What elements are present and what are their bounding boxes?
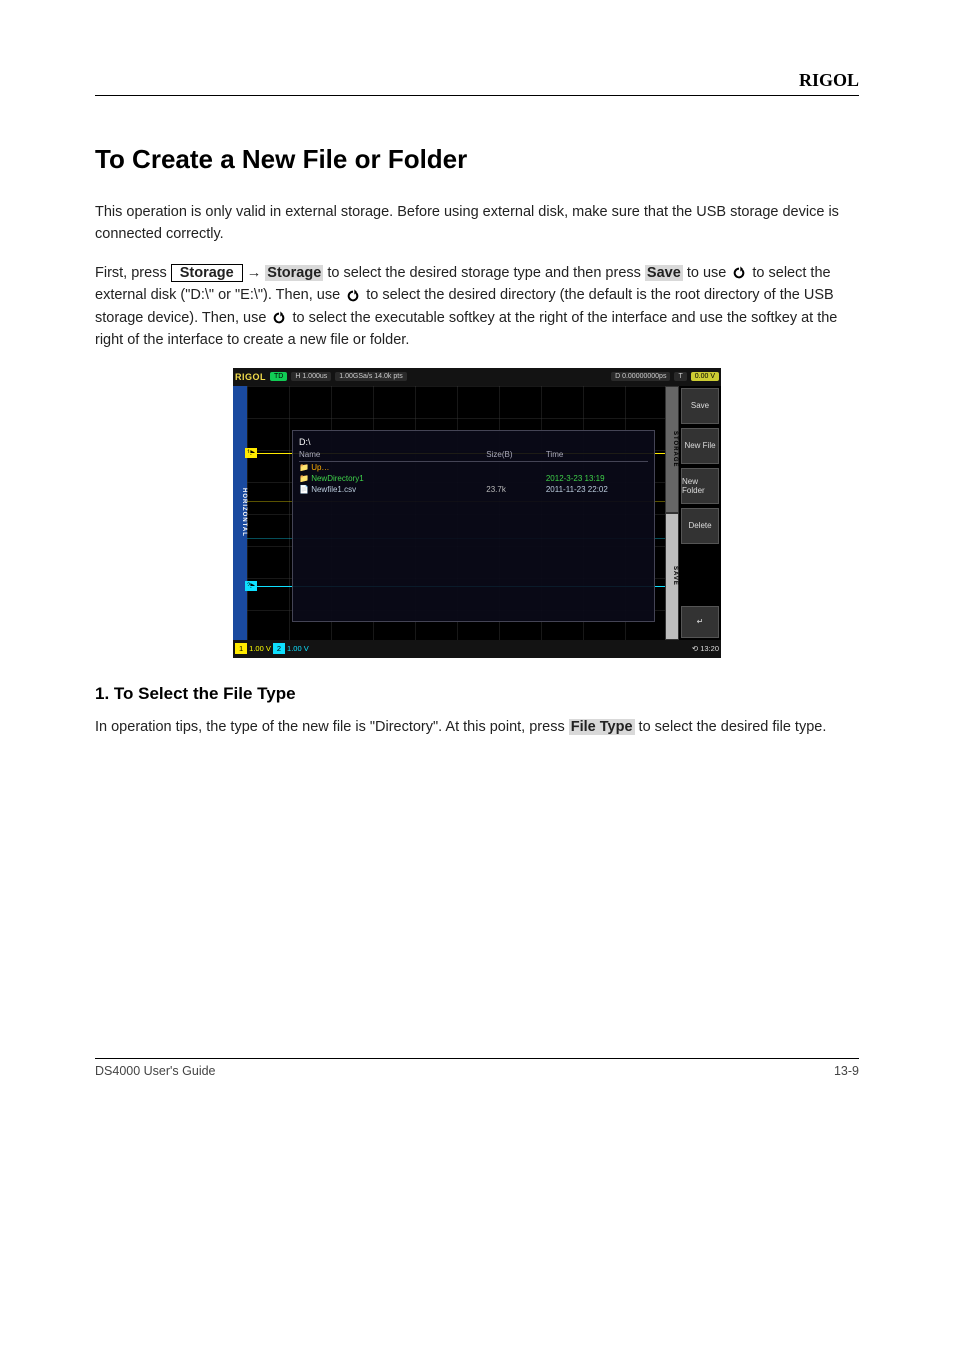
filetype-softkey[interactable]: File Type [569, 719, 635, 735]
horizontal-tab: HORIZONTAL [233, 386, 247, 640]
footer-divider [95, 1058, 859, 1059]
save-softkey[interactable]: Save [645, 265, 683, 281]
side-back-button[interactable]: ↵ [681, 606, 719, 638]
scope-screenshot: RIGOL TD H 1.000us 1.00GSa/s 14.0k pts D… [233, 368, 721, 658]
scope-brand: RIGOL [235, 372, 266, 382]
scope-topbar: RIGOL TD H 1.000us 1.00GSa/s 14.0k pts D… [233, 368, 721, 386]
fb-row-file[interactable]: 📄 Newfile1.csv 23.7k 2011-11-23 22:02 [299, 484, 648, 495]
side-save-button[interactable]: Save [681, 388, 719, 424]
knob-icon [344, 287, 362, 305]
fb-row-dir[interactable]: 📁 NewDirectory1 2012-3-23 13:19 [299, 473, 648, 484]
delay-chip: D 0.00000000ps [611, 372, 670, 381]
col-name: Name [299, 450, 486, 459]
tab-storage[interactable]: STORAGE [665, 386, 679, 513]
ch1-badge: 1 [235, 643, 247, 654]
samplerate-chip: 1.00GSa/s 14.0k pts [335, 372, 406, 381]
trig-chip: 0.00 V [691, 372, 719, 381]
scope-bottombar: 1 1.00 V 2 1.00 V ⟲ 13:20 [233, 640, 721, 658]
fb-row-up[interactable]: 📁 Up… [299, 462, 648, 473]
side-newfolder-button[interactable]: New Folder [681, 468, 719, 504]
waveform-area: 1▶ 2▶ D:\ Name Size(B) Time 📁 Up… [247, 386, 665, 640]
footer-page: 13-9 [834, 1064, 859, 1078]
fb-path: D:\ [299, 437, 648, 447]
side-newfile-button[interactable]: New File [681, 428, 719, 464]
page-title: To Create a New File or Folder [95, 144, 859, 175]
timebase-chip: H 1.000us [291, 372, 331, 381]
side-menu: STORAGE SAVE Save New File New Folder De… [665, 386, 721, 640]
header-brand: RIGOL [95, 70, 859, 91]
storage-hardkey[interactable]: Storage [171, 264, 243, 282]
td-chip: TD [270, 372, 287, 381]
section-1-paragraph: In operation tips, the type of the new f… [95, 716, 859, 738]
knob-icon [730, 264, 748, 282]
steps-paragraph: First, press Storage → Storage to select… [95, 262, 859, 352]
storage-softkey[interactable]: Storage [265, 265, 323, 281]
file-browser-panel: D:\ Name Size(B) Time 📁 Up… 📁 NewDirecto… [292, 430, 655, 622]
tab-save[interactable]: SAVE [665, 513, 679, 640]
ch2-badge: 2 [273, 643, 285, 654]
side-delete-button[interactable]: Delete [681, 508, 719, 544]
clock: ⟲ 13:20 [692, 644, 719, 653]
footer: DS4000 User's Guide 13-9 [95, 1064, 859, 1078]
header-divider [95, 95, 859, 96]
col-time: Time [546, 450, 648, 459]
section-1-heading: 1. To Select the File Type [95, 684, 859, 704]
t-chip: T [674, 372, 686, 381]
footer-left: DS4000 User's Guide [95, 1064, 216, 1078]
intro-paragraph: This operation is only valid in external… [95, 201, 859, 246]
col-size: Size(B) [486, 450, 546, 459]
knob-icon [270, 309, 288, 327]
